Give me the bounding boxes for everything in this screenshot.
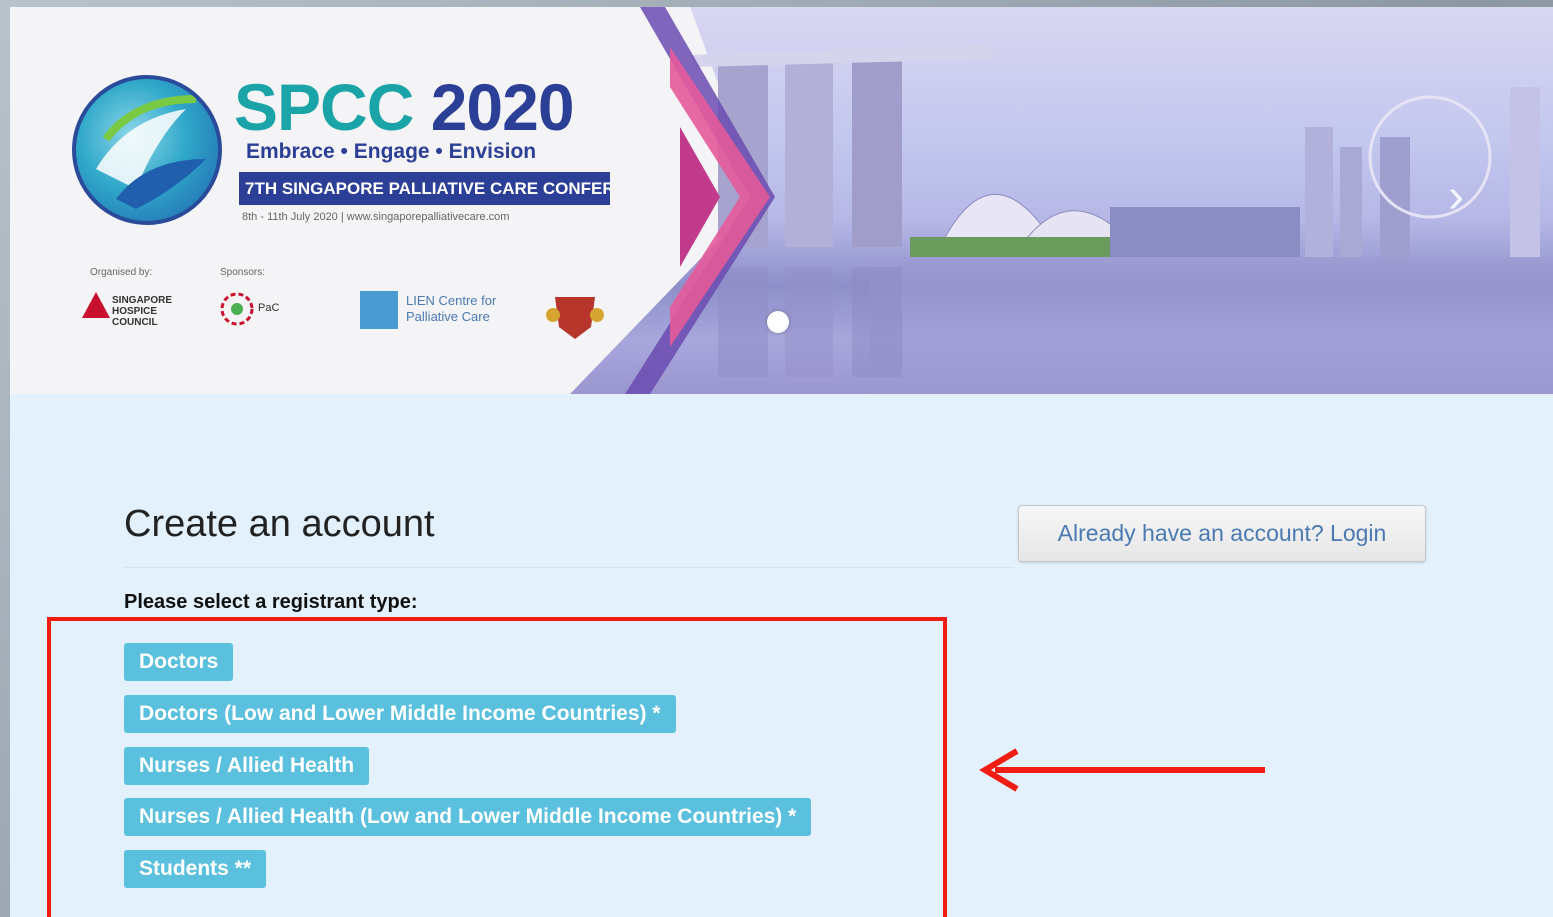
registrant-option-nurses-allied-health-lmic[interactable]: Nurses / Allied Health (Low and Lower Mi… — [124, 798, 812, 836]
sponsor-lien: LIEN Centre for Palliative Care — [406, 293, 497, 324]
sponsor-pac: PaC — [258, 302, 280, 314]
conference-ribbon: 7TH SINGAPORE PALLIATIVE CARE CONFERENCE — [239, 172, 610, 205]
conference-dates: 8th - 11th July 2020 | www.singaporepall… — [242, 211, 510, 223]
spcc-logo-emblem — [72, 75, 222, 225]
coat-of-arms-icon — [546, 297, 604, 339]
conference-banner: SPCC 2020 Embrace • Engage • Envision 7T… — [10, 7, 1553, 394]
pac-logo-icon — [220, 292, 254, 326]
lien-centre-logo-icon — [360, 291, 398, 329]
registrant-option-students[interactable]: Students ** — [124, 850, 267, 888]
title-divider — [124, 567, 1014, 568]
registrant-type-prompt: Please select a registrant type: — [124, 591, 418, 613]
registrant-option-nurses-allied-health[interactable]: Nurses / Allied Health — [124, 747, 370, 785]
conference-title: SPCC 2020 — [234, 70, 575, 144]
hospice-council-logo-icon — [82, 292, 110, 318]
login-button[interactable]: Already have an account? Login — [1018, 505, 1426, 562]
banner-chevrons — [625, 7, 775, 394]
page-title: Create an account — [124, 503, 435, 545]
carousel-next-icon[interactable]: › — [1436, 172, 1476, 222]
carousel-dot-icon[interactable] — [767, 311, 789, 333]
registration-page: SPCC 2020 Embrace • Engage • Envision 7T… — [10, 7, 1553, 917]
sponsors-label: Sponsors: — [220, 267, 266, 278]
organiser-name: SINGAPORE HOSPICE COUNCIL — [112, 295, 173, 328]
conference-tagline: Embrace • Engage • Envision — [246, 140, 537, 163]
registrant-option-doctors-lmic[interactable]: Doctors (Low and Lower Middle Income Cou… — [124, 695, 676, 733]
organised-by-label: Organised by: — [90, 267, 153, 278]
registrant-option-doctors[interactable]: Doctors — [124, 643, 234, 681]
red-arrow-icon — [979, 748, 1265, 792]
